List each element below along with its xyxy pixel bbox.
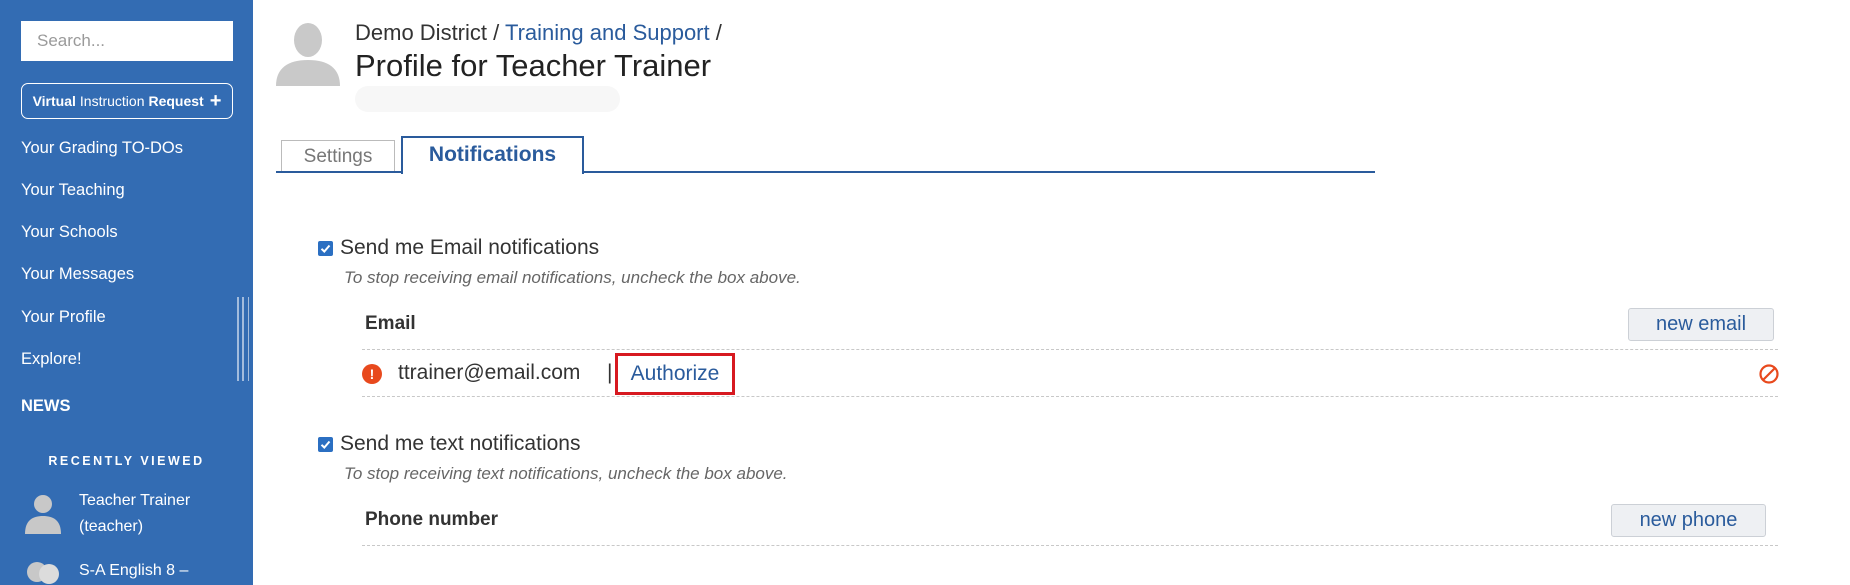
warning-icon: ! (362, 364, 382, 384)
text-notifications-row: Send me text notifications (318, 432, 580, 456)
blurred-subtitle (355, 86, 620, 112)
recently-viewed-heading: RECENTLY VIEWED (48, 454, 205, 468)
breadcrumb: Demo District / Training and Support / (355, 20, 722, 46)
vir-bold-2: Request (148, 93, 204, 109)
nav-item-your-teaching[interactable]: Your Teaching (21, 181, 125, 200)
checkmark-icon (320, 244, 331, 253)
email-notifications-checkbox[interactable] (318, 240, 333, 256)
email-help-text: To stop receiving email notifications, u… (344, 268, 801, 287)
nav-item-grading-todos[interactable]: Your Grading TO-DOs (21, 139, 183, 158)
vir-normal: Instruction (79, 93, 145, 109)
divider (362, 396, 1778, 397)
checkmark-icon (320, 440, 331, 449)
plus-icon: + (209, 90, 222, 112)
breadcrumb-training-link[interactable]: Training and Support (505, 20, 710, 45)
phone-column-label: Phone number (365, 509, 499, 530)
new-phone-button[interactable]: new phone (1611, 504, 1766, 537)
text-notifications-checkbox[interactable] (318, 436, 333, 452)
tab-notifications[interactable]: Notifications (401, 136, 584, 174)
email-notifications-row: Send me Email notifications (318, 236, 599, 260)
sidebar: Virtual Instruction Request + Your Gradi… (0, 0, 253, 585)
page-title: Profile for Teacher Trainer (355, 48, 712, 83)
new-email-button[interactable]: new email (1628, 308, 1774, 341)
email-notifications-label: Send me Email notifications (340, 236, 600, 259)
tab-settings[interactable]: Settings (281, 140, 395, 172)
separator: | (607, 361, 613, 384)
nav-item-your-messages[interactable]: Your Messages (21, 265, 134, 284)
breadcrumb-separator-trailing: / (709, 20, 722, 45)
divider (362, 545, 1778, 546)
person-avatar-icon (25, 495, 61, 534)
divider (362, 349, 1778, 350)
virtual-instruction-request-button[interactable]: Virtual Instruction Request + (21, 83, 233, 119)
breadcrumb-separator: / (487, 20, 505, 45)
recent-item-teacher-trainer[interactable]: Teacher Trainer (teacher) (79, 488, 239, 540)
breadcrumb-district: Demo District (355, 20, 488, 45)
recent-item-course[interactable]: S-A English 8 – (79, 558, 239, 584)
email-address: ttrainer@email.com (398, 361, 581, 384)
text-notifications-label: Send me text notifications (340, 432, 581, 455)
email-column-label: Email (365, 313, 416, 334)
email-entry-row: ! ttrainer@email.com | Authorize (362, 353, 1780, 395)
nav-item-news[interactable]: NEWS (21, 397, 71, 416)
nav-item-explore[interactable]: Explore! (21, 350, 82, 369)
nav-item-your-profile[interactable]: Your Profile (21, 308, 106, 327)
authorize-link[interactable]: Authorize (615, 353, 735, 395)
profile-avatar-icon (276, 23, 340, 86)
remove-email-icon[interactable] (1758, 363, 1780, 385)
nav-item-your-schools[interactable]: Your Schools (21, 223, 118, 242)
search-input[interactable] (21, 21, 233, 61)
text-help-text: To stop receiving text notifications, un… (344, 464, 788, 483)
sidebar-resize-handle[interactable] (237, 297, 249, 381)
group-avatar-icon (27, 562, 59, 584)
vir-bold-1: Virtual (32, 93, 76, 109)
